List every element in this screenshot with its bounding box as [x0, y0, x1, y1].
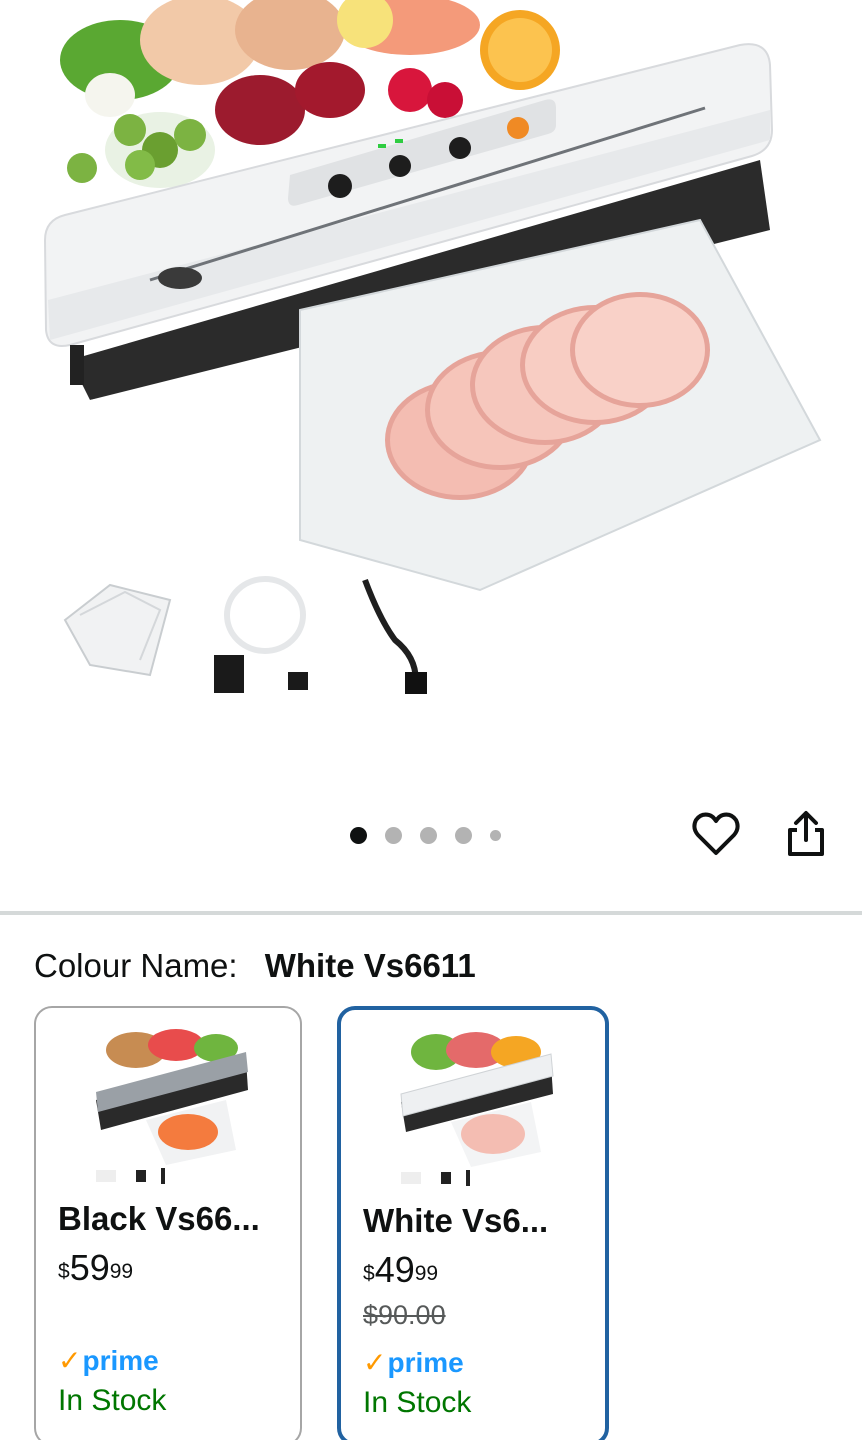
prime-text: prime: [387, 1347, 464, 1378]
carousel-dot-active[interactable]: [350, 826, 367, 844]
product-image[interactable]: [0, 0, 862, 790]
section-divider: [0, 911, 862, 915]
prime-text: prime: [82, 1345, 159, 1376]
variation-option-black[interactable]: Black Vs66... $5999 ✓prime In Stock: [34, 1006, 302, 1440]
wishlist-button[interactable]: [690, 808, 742, 860]
variation-option-white[interactable]: White Vs6... $4999 $90.00 ✓prime In Stoc…: [337, 1006, 609, 1440]
variation-label: Colour Name:: [34, 947, 238, 984]
availability: In Stock: [58, 1384, 167, 1417]
list-price: $90.00: [363, 1300, 446, 1330]
option-title: White Vs6...: [363, 1202, 549, 1239]
prime-check-icon: ✓: [363, 1347, 387, 1378]
price-whole: 59: [69, 1247, 110, 1288]
share-icon: [788, 811, 824, 856]
carousel-dot[interactable]: [385, 826, 402, 844]
option-title: Black Vs66...: [58, 1200, 260, 1237]
price-currency: $: [363, 1262, 375, 1285]
accessories-illustration: [63, 576, 427, 694]
option-thumbnail: [400, 1032, 554, 1186]
prime-check-icon: ✓: [58, 1345, 82, 1376]
price-currency: $: [58, 1260, 70, 1283]
carousel-dot[interactable]: [455, 826, 472, 844]
variation-header: Colour Name: White Vs6611: [34, 944, 476, 988]
carousel-dot[interactable]: [420, 826, 437, 844]
carousel-indicator: [350, 825, 519, 845]
price-fraction: 99: [109, 1260, 134, 1283]
option-price: $4999: [363, 1248, 438, 1292]
carousel-dot[interactable]: [490, 829, 501, 841]
prime-badge: ✓prime: [363, 1346, 464, 1379]
price-fraction: 99: [414, 1262, 439, 1285]
availability: In Stock: [363, 1386, 472, 1419]
option-price: $5999: [58, 1246, 133, 1290]
heart-icon: [692, 812, 740, 855]
option-thumbnail: [96, 1029, 248, 1184]
share-button[interactable]: [782, 808, 830, 860]
price-whole: 49: [374, 1249, 415, 1290]
prime-badge: ✓prime: [58, 1344, 159, 1377]
variation-selected-value: White Vs6611: [264, 947, 476, 984]
